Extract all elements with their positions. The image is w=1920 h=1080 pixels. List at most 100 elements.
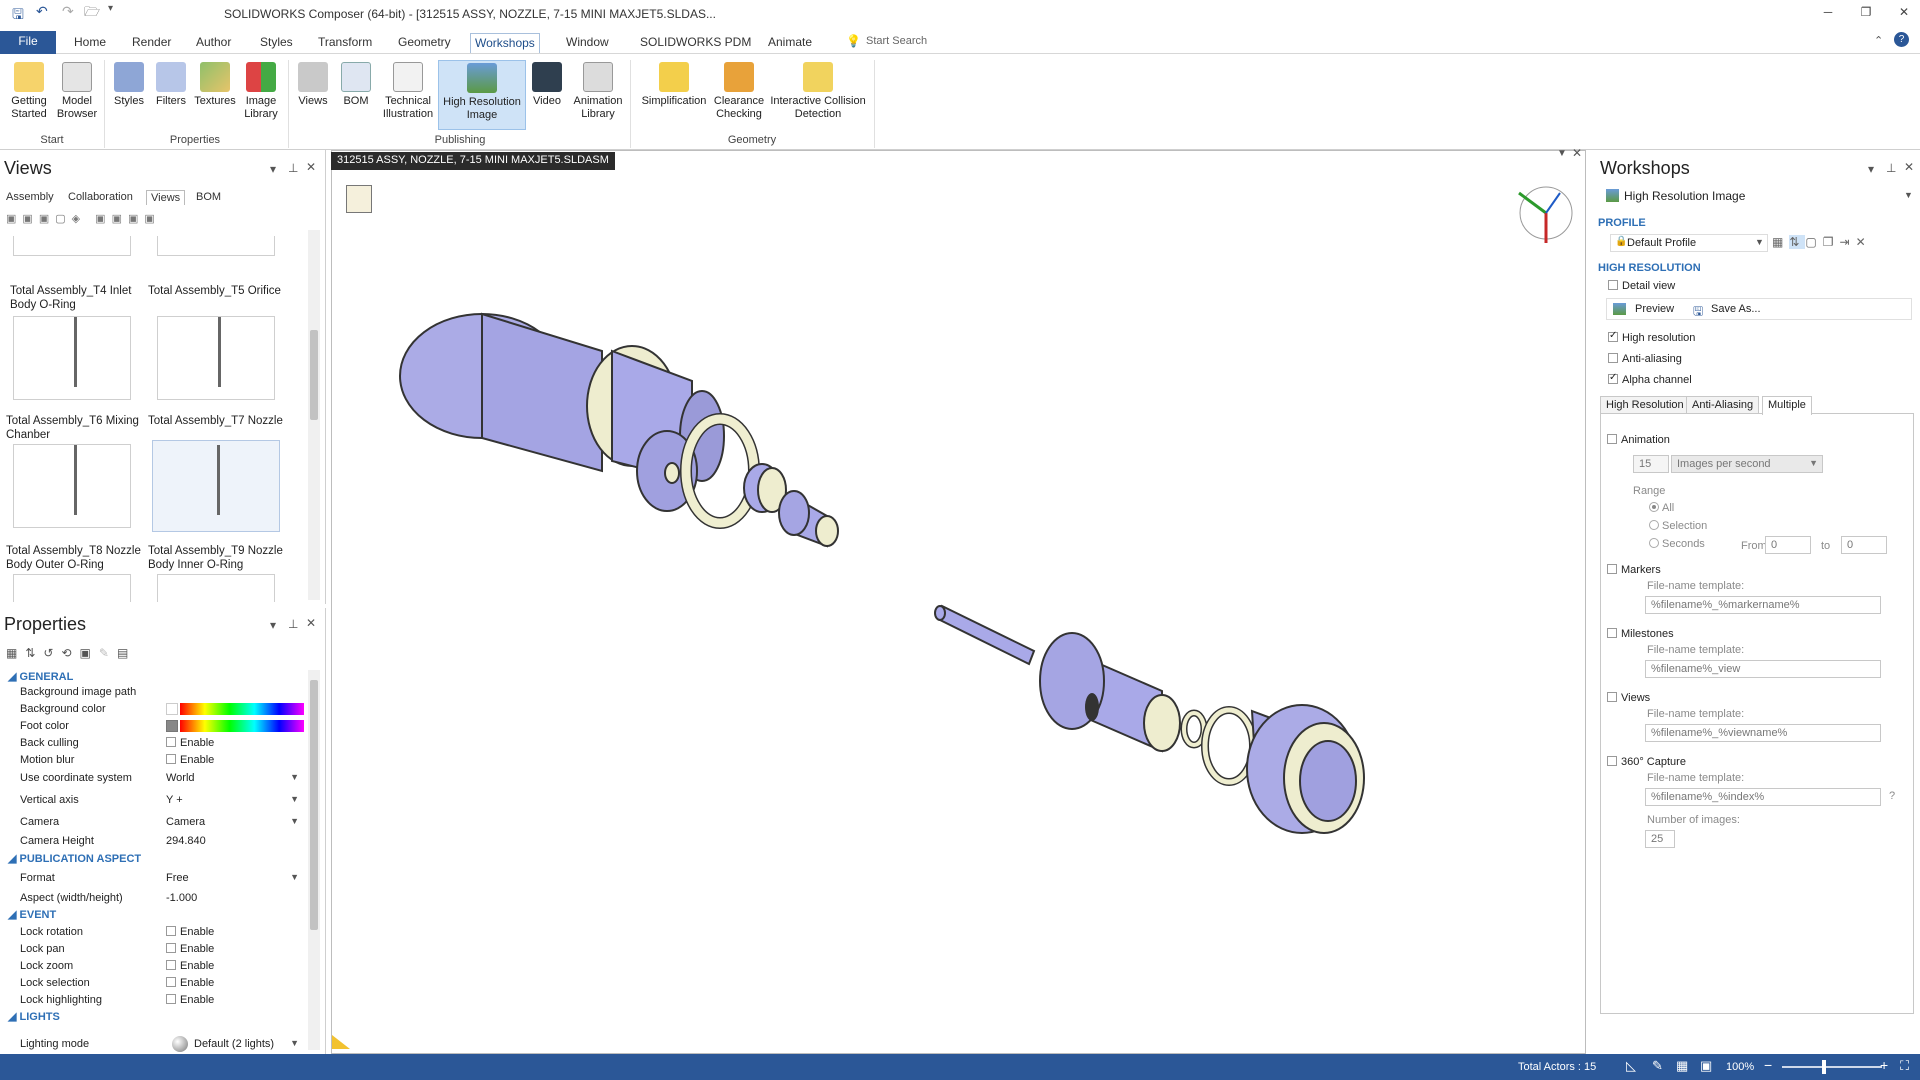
pencil-icon[interactable]: ✎ [1652,1058,1663,1074]
camera-view-icon[interactable]: ▣ [95,213,111,225]
menu-window[interactable]: Window [562,33,613,53]
animation-library-button[interactable]: Animation Library [568,62,628,121]
chevron-down-icon[interactable]: ▼ [290,1038,299,1048]
menu-author[interactable]: Author [192,33,235,53]
section-publication-aspect[interactable]: ◢ PUBLICATION ASPECT [8,852,141,865]
lock-rotation-checkbox[interactable]: Enable [166,926,214,938]
tab-collaboration[interactable]: Collaboration [64,190,137,204]
pin-icon[interactable]: ⊥ [288,617,298,631]
tab-assembly[interactable]: Assembly [2,190,58,204]
vertical-axis-select[interactable]: Y + [166,794,183,806]
workshop-select[interactable]: High Resolution Image ▼ [1606,188,1914,206]
back-culling-checkbox[interactable]: Enable [166,737,214,749]
high-resolution-checkbox[interactable]: High resolution [1608,330,1695,344]
profile-select[interactable]: 🔒 Default Profile ▼ [1610,234,1768,252]
camera-height-field[interactable]: 294.840 [166,835,206,847]
scrollbar-thumb[interactable] [310,330,318,420]
update-view-icon[interactable]: ▣ [22,213,38,225]
images-per-second-select[interactable]: Images per second ▼ [1671,455,1823,473]
view-thumbnail-selected[interactable] [152,440,280,532]
zoom-slider-thumb[interactable] [1822,1060,1826,1074]
tab-bom[interactable]: BOM [192,190,225,204]
technical-illustration-button[interactable]: Technical Illustration [378,62,438,121]
view-thumbnail[interactable] [13,236,131,256]
pin-icon[interactable]: ⊥ [288,161,298,175]
color-picker[interactable] [180,703,304,715]
motion-blur-checkbox[interactable]: Enable [166,754,214,766]
views-button[interactable]: Views [294,62,332,108]
tab-high-resolution[interactable]: High Resolution [1600,396,1690,414]
chevron-down-icon[interactable]: ▼ [290,794,299,804]
menu-render[interactable]: Render [128,33,175,53]
help-icon[interactable]: ? [1889,790,1895,802]
pin-icon[interactable]: ⊥ [1886,161,1896,175]
collapse-ribbon-icon[interactable]: ⌃ [1874,34,1883,47]
inlet-body-part[interactable] [399,312,725,512]
close-panel-icon[interactable]: ✕ [1904,160,1914,174]
refresh-icon[interactable]: ⟲ [61,646,79,660]
markers-checkbox[interactable]: Markers [1607,564,1661,576]
frame-icon[interactable]: ▣ [1700,1058,1712,1074]
view-thumbnail[interactable] [13,444,131,528]
3d-viewport[interactable]: ▼ ✕ [331,146,1586,1054]
nozzle-o-rings-part[interactable] [1180,706,1257,786]
needle-part[interactable] [934,604,1036,666]
color-swatch[interactable] [166,703,178,715]
camera-add-icon[interactable]: ▣ [112,213,128,225]
image-library-button[interactable]: Image Library [240,62,282,121]
categorized-icon[interactable]: ▦ [6,646,25,660]
view-thumbnail[interactable] [157,316,275,400]
lock-highlighting-checkbox[interactable]: Enable [166,994,214,1006]
aspect-field[interactable]: -1.000 [166,892,197,904]
lock-selection-checkbox[interactable]: Enable [166,977,214,989]
profile-grid-icon[interactable]: ▦ [1772,235,1789,249]
menu-geometry[interactable]: Geometry [394,33,455,53]
chevron-down-icon[interactable]: ▼ [290,816,299,826]
export-profile-icon[interactable]: ⇥ [1840,235,1856,249]
preview-button[interactable]: Preview [1635,303,1674,315]
alpha-channel-checkbox[interactable]: Alpha channel [1608,372,1692,386]
lock-pan-checkbox[interactable]: Enable [166,943,214,955]
save-icon[interactable]: 🖫 [12,4,24,28]
menu-transform[interactable]: Transform [314,33,376,53]
range-seconds-radio[interactable]: Seconds [1649,538,1705,550]
to-field[interactable]: 0 [1841,536,1887,554]
reset-icon[interactable]: ↺ [43,646,61,660]
filters-button[interactable]: Filters [152,62,190,108]
view-thumbnail[interactable] [157,574,275,602]
section-lights[interactable]: ◢ LIGHTS [8,1010,60,1023]
tab-multiple[interactable]: Multiple [1762,396,1812,415]
chevron-down-icon[interactable]: ▼ [290,872,299,882]
markers-template-field[interactable]: %filename%_%markername% [1645,596,1881,614]
search-box[interactable]: Start Search [866,35,927,47]
grid-icon[interactable]: ▦ [1676,1058,1688,1074]
section-event[interactable]: ◢ EVENT [8,908,56,921]
panel-menu-icon[interactable]: ▾ [270,618,276,632]
zoom-in-icon[interactable]: + [1880,1057,1888,1073]
apply-icon[interactable]: ▣ [80,646,99,660]
high-resolution-image-button[interactable]: High Resolution Image [438,60,526,130]
range-selection-radio[interactable]: Selection [1649,520,1707,532]
restore-icon[interactable]: ❐ [1856,5,1876,23]
orientation-triad-icon[interactable] [1518,186,1573,243]
edit-icon[interactable]: ✎ [99,646,117,660]
open-icon[interactable]: 🗁 [84,3,100,25]
lock-zoom-checkbox[interactable]: Enable [166,960,214,972]
views-scrollbar[interactable] [308,230,320,600]
customize-quick-access-icon[interactable]: ▾ [108,3,113,14]
fit-icon[interactable]: ⛶ [1900,1058,1909,1074]
milestones-checkbox[interactable]: Milestones [1607,628,1674,640]
interactive-collision-detection-button[interactable]: Interactive Collision Detection [768,62,868,121]
capture-template-field[interactable]: %filename%_%index% [1645,788,1881,806]
delete-view-icon[interactable]: ▣ [39,213,55,225]
scrollbar-thumb[interactable] [310,680,318,930]
menu-workshops[interactable]: Workshops [470,33,540,53]
color-picker[interactable] [180,720,304,732]
animation-checkbox[interactable]: Animation [1607,434,1670,446]
delete-profile-icon[interactable]: ✕ [1856,235,1872,249]
save-as-button[interactable]: Save As... [1711,303,1761,315]
tab-views[interactable]: Views [146,190,186,205]
view-thumbnail[interactable] [157,236,275,256]
clearance-checking-button[interactable]: Clearance Checking [712,62,766,121]
range-all-radio[interactable]: All [1649,502,1674,514]
